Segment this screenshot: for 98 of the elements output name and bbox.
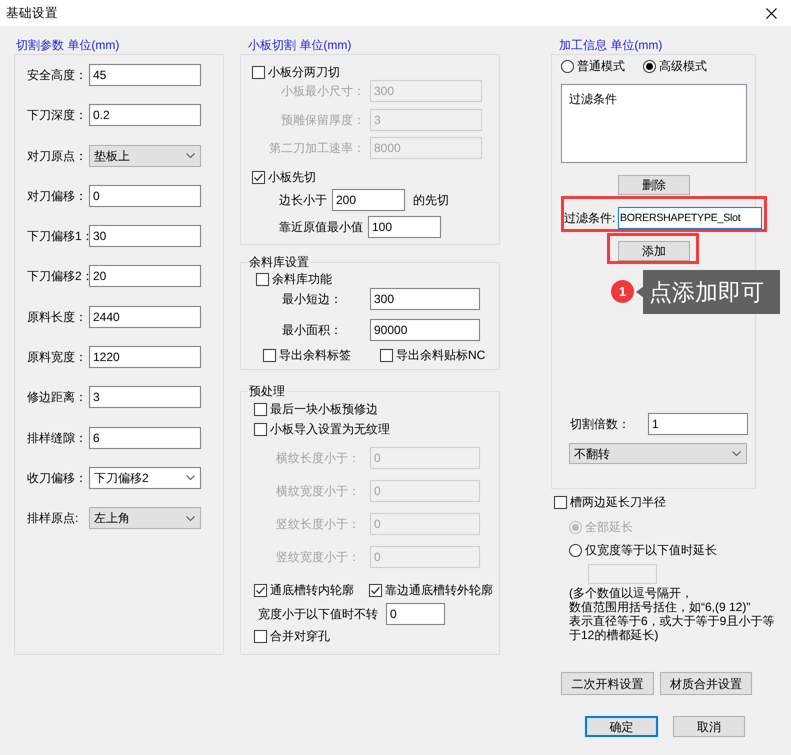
group-title: 小板切割 单位(mm) xyxy=(247,37,352,54)
radio-label: 高级模式 xyxy=(659,59,707,73)
checkbox[interactable] xyxy=(554,496,567,508)
input-field[interactable]: 6 xyxy=(89,426,201,449)
cancel-button[interactable]: 取消 xyxy=(673,716,745,737)
radio-button[interactable] xyxy=(561,60,574,72)
checkbox[interactable] xyxy=(254,584,267,596)
field-label: 下刀偏移2： xyxy=(27,269,89,284)
group-title: 切割参数 单位(mm) xyxy=(15,37,120,54)
checkbox-label: 导出余料标签 xyxy=(279,348,351,362)
input-field[interactable]: 1220 xyxy=(89,346,201,368)
settings-button[interactable]: 材质合并设置 xyxy=(660,672,752,695)
checkbox-label: 小板导入设置为无纹理 xyxy=(270,422,390,436)
field-label: 切割倍数： xyxy=(570,416,631,430)
input-field[interactable]: 0.2 xyxy=(89,104,201,126)
add-button[interactable]: 添加 xyxy=(618,241,690,261)
field-label: 收刀偏移： xyxy=(27,470,88,485)
checkbox-label: 小板先切 xyxy=(268,170,316,184)
checkbox[interactable] xyxy=(369,584,382,596)
checkbox-label: 合并对穿孔 xyxy=(270,629,330,643)
checkbox[interactable] xyxy=(252,66,265,78)
field-label: 横纹长度小于： xyxy=(275,451,360,465)
input-field[interactable]: 3 xyxy=(89,386,201,408)
field-label: 的先切 xyxy=(413,192,449,206)
group-title: 加工信息 单位(mm) xyxy=(558,37,664,54)
input-field[interactable]: BORERSHAPETYPE_Slot xyxy=(618,207,762,229)
input-field[interactable]: 2440 xyxy=(89,306,201,328)
dropdown[interactable]: 左上角 xyxy=(89,507,201,530)
field-label: 小板最小尺寸： xyxy=(280,84,365,98)
field-label: 排样原点: xyxy=(27,511,80,526)
close-icon[interactable] xyxy=(766,8,777,18)
input-field[interactable]: 30 xyxy=(89,225,201,248)
step-marker: 1 xyxy=(611,280,634,303)
radio-label: 仅宽度等于以下值时延长 xyxy=(585,543,717,557)
input-field[interactable]: 90000 xyxy=(370,319,480,341)
field-label: 预雕保留厚度： xyxy=(280,112,365,126)
field-label: 边长小于 xyxy=(279,192,327,206)
field-label: 安全高度： xyxy=(27,68,88,82)
list-box[interactable]: 过滤条件 xyxy=(561,84,747,163)
radio-button[interactable] xyxy=(643,60,656,72)
group-title: 预处理 xyxy=(248,384,286,398)
field-label: 横纹宽度小于： xyxy=(275,484,360,498)
field-label: 原料长度： xyxy=(27,310,88,324)
input-field[interactable]: 20 xyxy=(89,265,201,288)
checkbox[interactable] xyxy=(254,422,267,436)
checkbox-label: 靠边通底槽转外轮廓 xyxy=(385,583,493,597)
field-label: 对刀原点： xyxy=(27,148,88,163)
field-label: 宽度小于以下值时不转 xyxy=(258,607,378,621)
chevron-down-icon xyxy=(186,153,195,158)
dropdown[interactable]: 下刀偏移2 xyxy=(89,466,201,489)
field-label: 第二刀加工速率： xyxy=(268,141,365,155)
checkbox-label: 导出余料贴标NC xyxy=(396,348,486,362)
group-title: 余料库设置 xyxy=(248,255,310,269)
ok-button[interactable]: 确定 xyxy=(585,716,658,737)
radio-label: 全部延长 xyxy=(585,520,633,534)
window-title: 基础设置 xyxy=(6,6,58,20)
checkbox-label: 余料库功能 xyxy=(272,272,332,286)
field-label: 最小面积： xyxy=(282,323,343,337)
input-field[interactable]: 45 xyxy=(89,64,201,86)
dropdown[interactable]: 垫板上 xyxy=(89,144,201,167)
callout-bubble: 点添加即可 xyxy=(636,270,780,314)
field-label: 靠近原值最小值 xyxy=(279,220,363,234)
chevron-down-icon xyxy=(732,451,741,456)
input-field[interactable]: 1 xyxy=(648,412,748,434)
field-label: 排样缝隙： xyxy=(27,430,88,445)
checkbox[interactable] xyxy=(252,170,265,184)
field-label: 下刀深度： xyxy=(27,108,88,122)
input-field[interactable]: 300 xyxy=(370,288,480,310)
checkbox[interactable] xyxy=(263,348,276,362)
dropdown[interactable]: 不翻转 xyxy=(569,443,747,464)
list-item[interactable]: 过滤条件 xyxy=(569,92,746,106)
field-label: 过滤条件: xyxy=(564,211,616,225)
field-label: 最小短边： xyxy=(282,292,343,306)
input-field[interactable]: 200 xyxy=(332,188,405,210)
delete-button[interactable]: 删除 xyxy=(618,175,690,195)
field-label: 竖纹宽度小于： xyxy=(275,550,360,564)
input-field[interactable]: 0 xyxy=(89,184,201,207)
checkbox[interactable] xyxy=(254,630,267,642)
input-field[interactable]: 100 xyxy=(368,216,441,238)
radio-button[interactable] xyxy=(569,544,582,556)
field-label: 竖纹长度小于： xyxy=(275,517,360,531)
field-label: 修边距离： xyxy=(27,390,88,404)
checkbox-label: 槽两边延长刀半径 xyxy=(570,495,666,509)
input-field[interactable]: 0 xyxy=(386,603,445,625)
field-label: 下刀偏移1： xyxy=(27,229,89,244)
chevron-down-icon xyxy=(186,475,195,480)
field-label: 对刀偏移： xyxy=(27,188,88,203)
chevron-down-icon xyxy=(186,516,195,521)
checkbox-label: 通底槽转内轮廓 xyxy=(270,583,354,597)
radio-label: 普通模式 xyxy=(577,59,625,73)
checkbox[interactable] xyxy=(256,272,269,286)
help-text: (多个数值以逗号隔开， 数值范围用括号括住，如“6,(9 12)” 表示直径等于6，或大于等于9且小于等 于12的槽都延长) xyxy=(569,586,776,642)
checkbox[interactable] xyxy=(380,348,393,362)
checkbox-label: 小板分两刀切 xyxy=(268,65,340,79)
settings-button[interactable]: 二次开料设置 xyxy=(561,672,654,695)
field-label: 原料宽度： xyxy=(27,350,88,364)
checkbox[interactable] xyxy=(254,402,267,416)
checkbox-label: 最后一块小板预修边 xyxy=(270,402,378,416)
